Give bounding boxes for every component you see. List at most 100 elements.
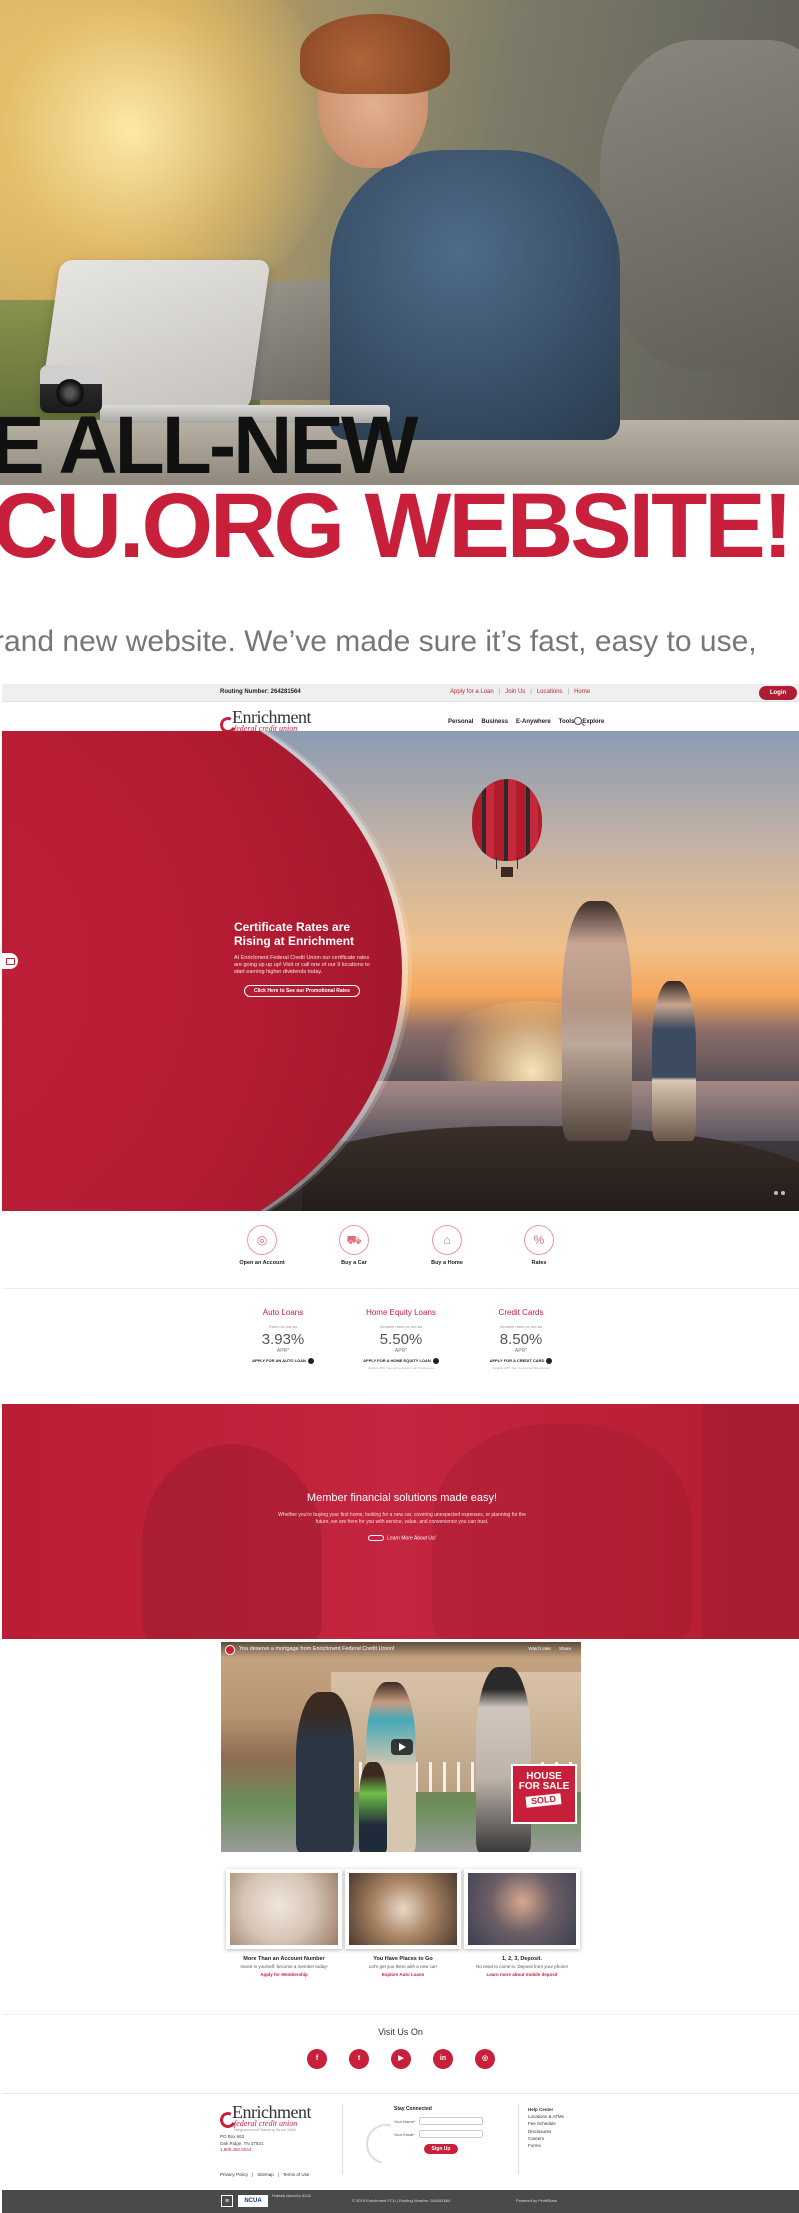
- quicklink-rates[interactable]: % Rates: [504, 1225, 574, 1266]
- card-text: Invest in yourself: become a member toda…: [240, 1964, 328, 1969]
- learn-more-button[interactable]: Learn More About Us!: [368, 1534, 436, 1541]
- arrow-icon: [546, 1358, 553, 1364]
- privacy-policy-link[interactable]: Privacy Policy: [220, 2172, 248, 2177]
- quicklink-buy-car[interactable]: ⛟ Buy a Car: [319, 1225, 389, 1266]
- rate-apr: APR*: [514, 1348, 528, 1354]
- solutions-section: Member financial solutions made easy! Wh…: [2, 1404, 799, 1639]
- piggy-bank-icon: ◎: [247, 1225, 277, 1255]
- card-text: Let's get you there with a new car!: [368, 1964, 438, 1969]
- search-icon[interactable]: [574, 717, 582, 725]
- youtube-icon[interactable]: ▶: [391, 2049, 411, 2069]
- chat-tab-icon[interactable]: [2, 953, 18, 969]
- feature-cards: More Than an Account Number Invest in yo…: [2, 1869, 799, 1999]
- card-membership: More Than an Account Number Invest in yo…: [226, 1869, 342, 1977]
- separator: |: [530, 689, 532, 695]
- card-deposit: 1, 2, 3, Deposit. No need to come in. De…: [464, 1869, 580, 1977]
- terms-link[interactable]: Terms of Use: [283, 2172, 310, 2177]
- slider-dot[interactable]: [781, 1191, 785, 1195]
- card-text: No need to come in. Deposit from your ph…: [475, 1964, 569, 1969]
- home-link[interactable]: Home: [574, 689, 590, 695]
- rock-background: [600, 40, 799, 370]
- slider-dot[interactable]: [774, 1191, 778, 1195]
- promo-title: Certificate Rates are Rising at Enrichme…: [234, 920, 355, 948]
- sitemap-link[interactable]: Sitemap: [257, 2172, 274, 2177]
- quicklink-label: Buy a Car: [341, 1260, 367, 1266]
- email-input[interactable]: [418, 2130, 483, 2138]
- rate-caption: Rates as low as: [268, 1324, 298, 1329]
- arrow-icon: [432, 1358, 439, 1364]
- disclosures-link[interactable]: Disclosures: [528, 2128, 564, 2135]
- background-figure: [702, 1404, 799, 1639]
- nav-business[interactable]: Business: [481, 719, 508, 725]
- solutions-body: Whether you're buying your first home, l…: [278, 1512, 526, 1525]
- site-footer: Enrichment federal credit union Neighbor…: [2, 2093, 799, 2188]
- instagram-icon[interactable]: ◎: [475, 2049, 495, 2069]
- balloon-basket: [501, 867, 513, 877]
- promo-rates-button[interactable]: Click Here to See our Promotional Rates: [244, 984, 360, 997]
- equal-housing-icon: ≡: [221, 2195, 233, 2207]
- nav-explore[interactable]: Explore: [582, 719, 604, 725]
- phone-link[interactable]: 1.800.482.6044: [220, 2147, 263, 2154]
- adult-figure: [562, 901, 632, 1141]
- rate-title[interactable]: Home Equity Loans: [346, 1308, 456, 1317]
- mobile-deposit-link[interactable]: Learn more about mobile deposit: [464, 1972, 580, 1977]
- watch-later-button[interactable]: Watch later: [528, 1646, 551, 1651]
- careers-link[interactable]: Careers: [528, 2135, 564, 2142]
- locations-link[interactable]: Locations: [537, 689, 563, 695]
- channel-avatar[interactable]: [225, 1645, 235, 1655]
- nav-personal[interactable]: Personal: [448, 719, 473, 725]
- sign-line-2: FOR SALE: [518, 1781, 570, 1792]
- car-icon: ⛟: [339, 1225, 369, 1255]
- locations-atms-link[interactable]: Locations & ATMs: [528, 2113, 564, 2120]
- solutions-content: Member financial solutions made easy! Wh…: [272, 1492, 532, 1544]
- forms-link[interactable]: Forms: [528, 2142, 564, 2149]
- home-icon: ⌂: [432, 1225, 462, 1255]
- login-button[interactable]: Login: [759, 686, 797, 700]
- promo-content: Certificate Rates are Rising at Enrichme…: [234, 920, 374, 997]
- apply-credit-card-link[interactable]: APPLY FOR A CREDIT CARD: [466, 1358, 576, 1364]
- apply-membership-link[interactable]: Apply for Membership: [226, 1972, 342, 1977]
- quicklink-label: Open an Account: [239, 1260, 285, 1266]
- card-photo: [464, 1869, 580, 1949]
- percent-icon: %: [524, 1225, 554, 1255]
- linkedin-icon[interactable]: in: [433, 2049, 453, 2069]
- help-center: Help Center Locations & ATMs Fee Schedul…: [528, 2106, 564, 2149]
- facebook-icon[interactable]: f: [307, 2049, 327, 2069]
- name-input[interactable]: [419, 2117, 484, 2125]
- house-for-sale-sign: HOUSE FOR SALE SOLD: [511, 1764, 577, 1824]
- sign-up-button[interactable]: Sign Up: [424, 2144, 458, 2154]
- play-icon[interactable]: [391, 1739, 413, 1755]
- twitter-icon[interactable]: t: [349, 2049, 369, 2069]
- rate-title[interactable]: Credit Cards: [466, 1308, 576, 1317]
- quicklink-label: Rates: [531, 1260, 547, 1266]
- apply-loan-link[interactable]: Apply for a Loan: [450, 689, 494, 695]
- rate-apr: APR*: [394, 1348, 408, 1354]
- quicklink-open-account[interactable]: ◎ Open an Account: [227, 1225, 297, 1266]
- rate-apr: APR*: [276, 1348, 290, 1354]
- apply-auto-loan-link[interactable]: APPLY FOR AN AUTO LOAN: [228, 1358, 338, 1364]
- footer-logo[interactable]: Enrichment federal credit union Neighbor…: [217, 2102, 330, 2132]
- quicklink-buy-home[interactable]: ⌂ Buy a Home: [412, 1225, 482, 1266]
- join-us-link[interactable]: Join Us: [505, 689, 525, 695]
- apply-home-equity-link[interactable]: APPLY FOR A HOME EQUITY LOAN: [346, 1358, 456, 1364]
- newsletter-form: Stay Connected Your Name* Your Email* Si…: [394, 2106, 504, 2154]
- utility-bar: Routing Number: 264281564 Apply for a Lo…: [2, 684, 799, 702]
- explore-auto-loans-link[interactable]: Explore Auto Loans: [345, 1972, 461, 1977]
- rate-value: 5.50%: [379, 1331, 423, 1348]
- rate-note: Variable APR. See Home Equity Loan Discl…: [367, 1366, 435, 1370]
- video-title[interactable]: You deserve a mortgage from Enrichment F…: [239, 1646, 394, 1652]
- rate-note: Variable APR. See Credit Card Disclosure…: [492, 1366, 550, 1370]
- ncua-text: Federally Insured by NCUA: [272, 2194, 311, 2198]
- man-hair: [300, 14, 450, 94]
- nav-e-anywhere[interactable]: E-Anywhere: [516, 719, 551, 725]
- mortgage-video[interactable]: HOUSE FOR SALE SOLD You deserve a mortga…: [221, 1642, 581, 1852]
- share-button[interactable]: Share: [559, 1646, 571, 1651]
- rate-title[interactable]: Auto Loans: [228, 1308, 338, 1317]
- footer-address: PO Box 663 Oak Ridge, TN 37831 1.800.482…: [220, 2134, 263, 2154]
- nav-tools[interactable]: Tools: [559, 719, 575, 725]
- name-row: Your Name*: [394, 2117, 504, 2125]
- fee-schedule-link[interactable]: Fee Schedule: [528, 2120, 564, 2127]
- separator: |: [252, 2172, 254, 2177]
- vendor-credit[interactable]: Powered by ProfitStars: [516, 2198, 557, 2203]
- rate-credit-cards: Credit Cards Variable rates as low as 8.…: [466, 1308, 576, 1370]
